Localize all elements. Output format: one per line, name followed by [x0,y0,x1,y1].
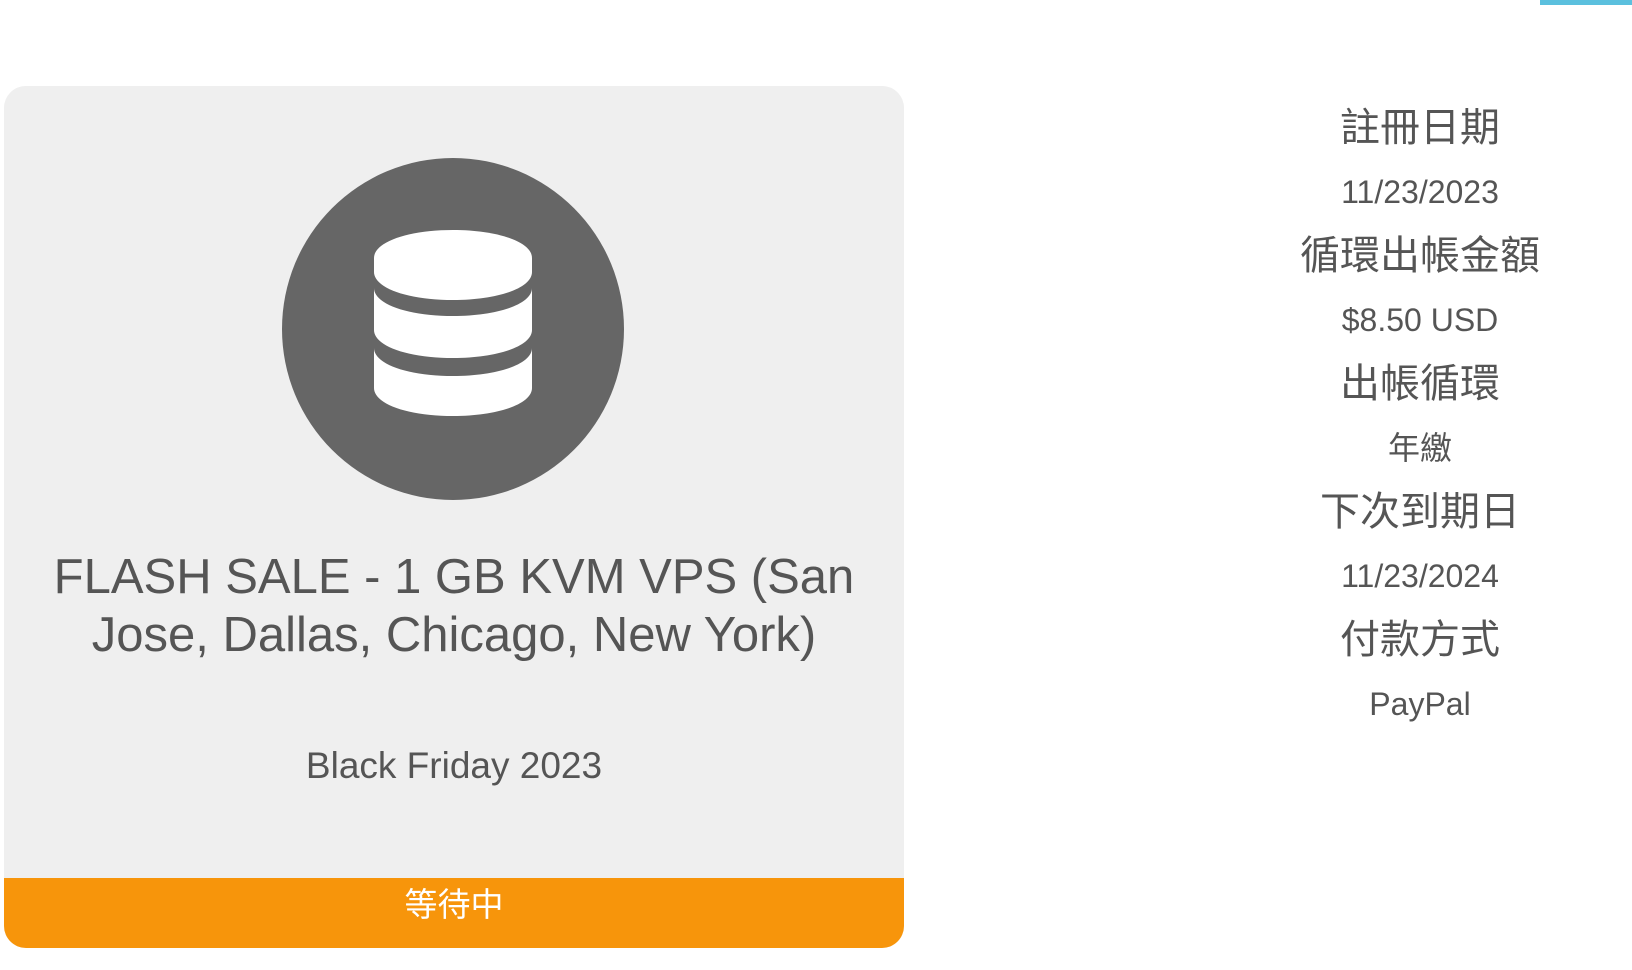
status-label: 等待中 [404,885,504,924]
next-due-date-value: 11/23/2024 [1341,558,1499,594]
database-icon [282,158,624,500]
billing-cycle-label: 出帳循環 [1340,361,1500,407]
billing-details-panel: 註冊日期 11/23/2023 循環出帳金額 $8.50 USD 出帳循環 年繳… [1240,96,1600,736]
product-card: FLASH SALE - 1 GB KVM VPS (San Jose, Dal… [4,86,904,948]
registration-date-value: 11/23/2023 [1341,174,1499,210]
product-name: FLASH SALE - 1 GB KVM VPS (San Jose, Dal… [53,550,855,662]
next-due-date-label: 下次到期日 [1320,489,1520,535]
top-accent-bar [1540,0,1632,5]
recurring-amount-label: 循環出帳金額 [1300,233,1540,279]
payment-method-label: 付款方式 [1340,617,1500,663]
recurring-amount-value: $8.50 USD [1341,302,1499,338]
billing-cycle-value: 年繳 [1387,430,1452,466]
registration-date-label: 註冊日期 [1340,105,1500,151]
product-group-name: Black Friday 2023 [305,745,603,786]
product-card-body: FLASH SALE - 1 GB KVM VPS (San Jose, Dal… [4,86,904,878]
payment-method-value: PayPal [1369,686,1471,722]
